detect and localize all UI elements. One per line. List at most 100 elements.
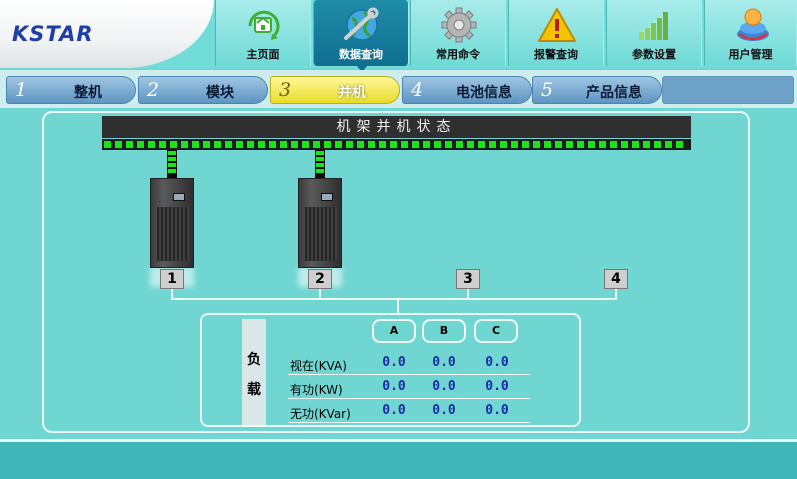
bus-led-segment xyxy=(665,141,672,148)
bus-led-segment xyxy=(291,141,298,148)
apparent-power-label: 视在(KVA) xyxy=(290,359,347,373)
nav-data-query-label: 数据查询 xyxy=(339,48,383,61)
bus-led-segment xyxy=(599,141,606,148)
bus-led-segment xyxy=(379,141,386,148)
bus-led-segment xyxy=(225,141,232,148)
active-power-label: 有功(KW) xyxy=(290,383,343,397)
tab-whole-unit[interactable]: 1 整机 xyxy=(6,76,136,104)
tab-label: 并机 xyxy=(338,85,366,101)
tab-bar: 1 整机 2 模块 3 并机 4 电池信息 5 产品信息 xyxy=(0,70,797,108)
bus-led-segment xyxy=(577,141,584,148)
bus-led-segment xyxy=(566,141,573,148)
rack-parallel-status-title: 机架并机状态 xyxy=(102,116,691,138)
phase-a-header: A xyxy=(372,319,416,343)
bus-led-segment xyxy=(247,141,254,148)
bus-led-segment xyxy=(236,141,243,148)
active-power-a: 0.0 xyxy=(382,379,406,394)
reactive-power-a: 0.0 xyxy=(382,403,406,418)
bus-led-segment xyxy=(159,141,166,148)
bus-led-segment xyxy=(643,141,650,148)
bus-led-segment xyxy=(258,141,265,148)
nav-parameter-settings-button[interactable]: 参数设置 xyxy=(606,0,702,66)
bus-led-segment xyxy=(368,141,375,148)
unit-number-1: 1 xyxy=(160,269,184,289)
bus-led-segment xyxy=(478,141,485,148)
nav-home-label: 主页面 xyxy=(246,48,280,61)
apparent-power-b: 0.0 xyxy=(432,355,456,370)
bus-led-segment xyxy=(654,141,661,148)
nav-data-query-button[interactable]: 数据查询 xyxy=(313,0,409,72)
globe-wrench-icon xyxy=(344,7,379,41)
active-power-b: 0.0 xyxy=(432,379,456,394)
home-icon xyxy=(248,10,280,40)
load-label-bottom: 载 xyxy=(247,382,261,398)
bus-led-segment xyxy=(544,141,551,148)
reactive-power-c: 0.0 xyxy=(485,403,509,418)
bus-led-segment xyxy=(445,141,452,148)
cabinet-display xyxy=(321,193,333,201)
bus-drop-led xyxy=(316,157,324,161)
row-divider xyxy=(288,422,530,423)
tab-number: 5 xyxy=(541,79,554,101)
warning-icon xyxy=(538,8,576,42)
bus-drop-unit-2 xyxy=(315,150,325,178)
cabinet-vent xyxy=(157,207,189,261)
gear-icon xyxy=(441,7,477,43)
tab-number: 4 xyxy=(411,79,424,101)
cabinet-display xyxy=(173,193,185,201)
bus-drop-led xyxy=(316,169,324,173)
nav-home-button[interactable]: 主页面 xyxy=(215,0,311,66)
kstar-logo: KSTAR xyxy=(12,22,94,46)
nav-common-commands-button[interactable]: 常用命令 xyxy=(410,0,506,66)
row-divider xyxy=(288,398,530,399)
bus-drop-unit-1 xyxy=(167,150,177,178)
nav-user-management-label: 用户管理 xyxy=(728,48,773,61)
unit-number-3: 3 xyxy=(456,269,480,289)
reactive-power-label: 无功(KVar) xyxy=(290,407,351,421)
bus-led-segment xyxy=(390,141,397,148)
tab-parallel[interactable]: 3 并机 xyxy=(270,76,400,104)
tab-label: 模块 xyxy=(206,85,234,101)
bus-led-segment xyxy=(137,141,144,148)
bus-drop-led xyxy=(168,151,176,155)
bus-drop-led xyxy=(168,163,176,167)
tab-product-info[interactable]: 5 产品信息 xyxy=(532,76,662,104)
tab-number: 2 xyxy=(147,79,160,101)
logo-area: KSTAR xyxy=(0,0,214,68)
tab-battery-info[interactable]: 4 电池信息 xyxy=(402,76,532,104)
bus-led-segment xyxy=(346,141,353,148)
bus-led-segment xyxy=(621,141,628,148)
bus-led-segment xyxy=(280,141,287,148)
nav-parameter-settings-label: 参数设置 xyxy=(632,48,676,61)
row-divider xyxy=(288,374,530,375)
tab-module[interactable]: 2 模块 xyxy=(138,76,268,104)
connector-line xyxy=(397,298,399,313)
apparent-power-c: 0.0 xyxy=(485,355,509,370)
bus-led-segment xyxy=(434,141,441,148)
nav-user-management-button[interactable]: 用户管理 xyxy=(704,0,797,66)
bus-drop-led xyxy=(168,169,176,173)
unit-number-2: 2 xyxy=(308,269,332,289)
nav-common-commands-label: 常用命令 xyxy=(436,48,480,61)
bus-drop-led xyxy=(316,151,324,155)
bus-led-segment xyxy=(500,141,507,148)
active-power-c: 0.0 xyxy=(485,379,509,394)
footer-bar xyxy=(0,442,797,479)
bus-drop-led xyxy=(316,163,324,167)
bus-led-segment xyxy=(269,141,276,148)
tab-bar-filler xyxy=(662,76,794,104)
nav-alarm-query-button[interactable]: 报警查询 xyxy=(508,0,604,66)
phase-c-header: C xyxy=(474,319,518,343)
bus-led-segment xyxy=(511,141,518,148)
apparent-power-a: 0.0 xyxy=(382,355,406,370)
bus-led-segment xyxy=(313,141,320,148)
load-panel: 负 载 A B C 视在(KVA) 0.0 0.0 0.0 有功(KW) 0.0… xyxy=(200,313,581,427)
connector-line xyxy=(171,298,617,300)
bus-led-segment xyxy=(555,141,562,148)
bus-led-segment xyxy=(632,141,639,148)
bus-led-segment xyxy=(115,141,122,148)
load-label-top: 负 xyxy=(247,352,261,368)
load-side-label: 负 载 xyxy=(242,319,266,425)
tab-number: 3 xyxy=(279,79,292,101)
bus-led-segment xyxy=(357,141,364,148)
